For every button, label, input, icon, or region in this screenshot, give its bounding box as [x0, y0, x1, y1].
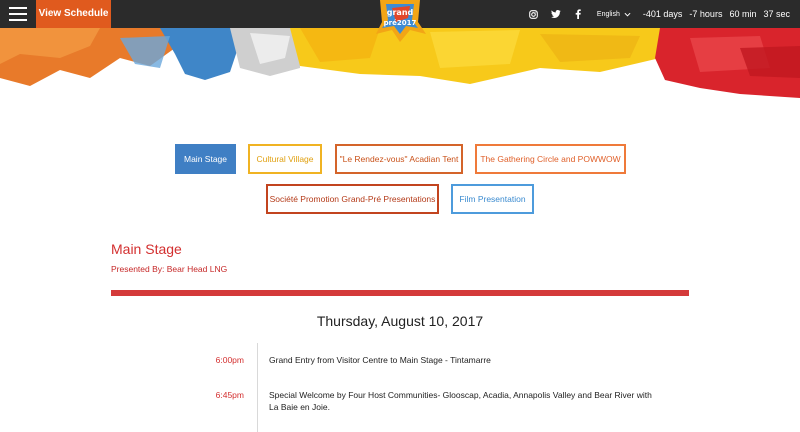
tab-gathering-circle-powwow[interactable]: The Gathering Circle and POWWOW	[475, 144, 626, 174]
countdown-minutes: 60 min	[729, 9, 757, 19]
tab-cultural-village[interactable]: Cultural Village	[248, 144, 322, 174]
view-schedule-button[interactable]: View Schedule	[36, 0, 111, 28]
countdown-hours: -7 hours	[689, 9, 723, 19]
day-heading: Thursday, August 10, 2017	[316, 313, 484, 329]
menu-icon[interactable]	[0, 0, 36, 28]
event-description: Special Welcome by Four Host Communities…	[269, 390, 652, 412]
schedule-timeline-divider	[257, 343, 258, 432]
countdown-seconds: 37 sec	[763, 9, 790, 19]
event-time: 6:45pm	[215, 390, 244, 400]
tab-societe-promotion-presentations[interactable]: Société Promotion Grand-Pré Presentation…	[266, 184, 439, 214]
grand-pre-2017-logo[interactable]: grand pré2017	[366, 0, 434, 44]
countdown-timer: -401 days -7 hours 60 min 37 sec	[643, 9, 790, 19]
language-selector[interactable]: English	[597, 11, 631, 18]
logo-text-bottom: pré2017	[384, 19, 417, 27]
event-time: 6:00pm	[215, 355, 244, 365]
tab-main-stage[interactable]: Main Stage	[175, 144, 236, 174]
tab-le-rendez-vous-acadian-tent[interactable]: "Le Rendez-vous" Acadian Tent	[335, 144, 463, 174]
facebook-icon[interactable]	[567, 0, 589, 28]
chevron-down-icon	[624, 12, 631, 17]
logo-text-top: grand	[387, 8, 414, 17]
header-tools: English -401 days -7 hours 60 min 37 sec	[523, 0, 790, 28]
presented-by-text: Presented By: Bear Head LNG	[111, 264, 228, 274]
countdown-days: -401 days	[642, 9, 683, 19]
section-divider	[111, 290, 689, 296]
language-label: English	[596, 10, 620, 18]
twitter-icon[interactable]	[545, 0, 567, 28]
section-title: Main Stage	[111, 241, 182, 257]
tab-film-presentation[interactable]: Film Presentation	[451, 184, 534, 214]
instagram-icon[interactable]	[523, 0, 545, 28]
event-description: Grand Entry from Visitor Centre to Main …	[269, 355, 491, 365]
